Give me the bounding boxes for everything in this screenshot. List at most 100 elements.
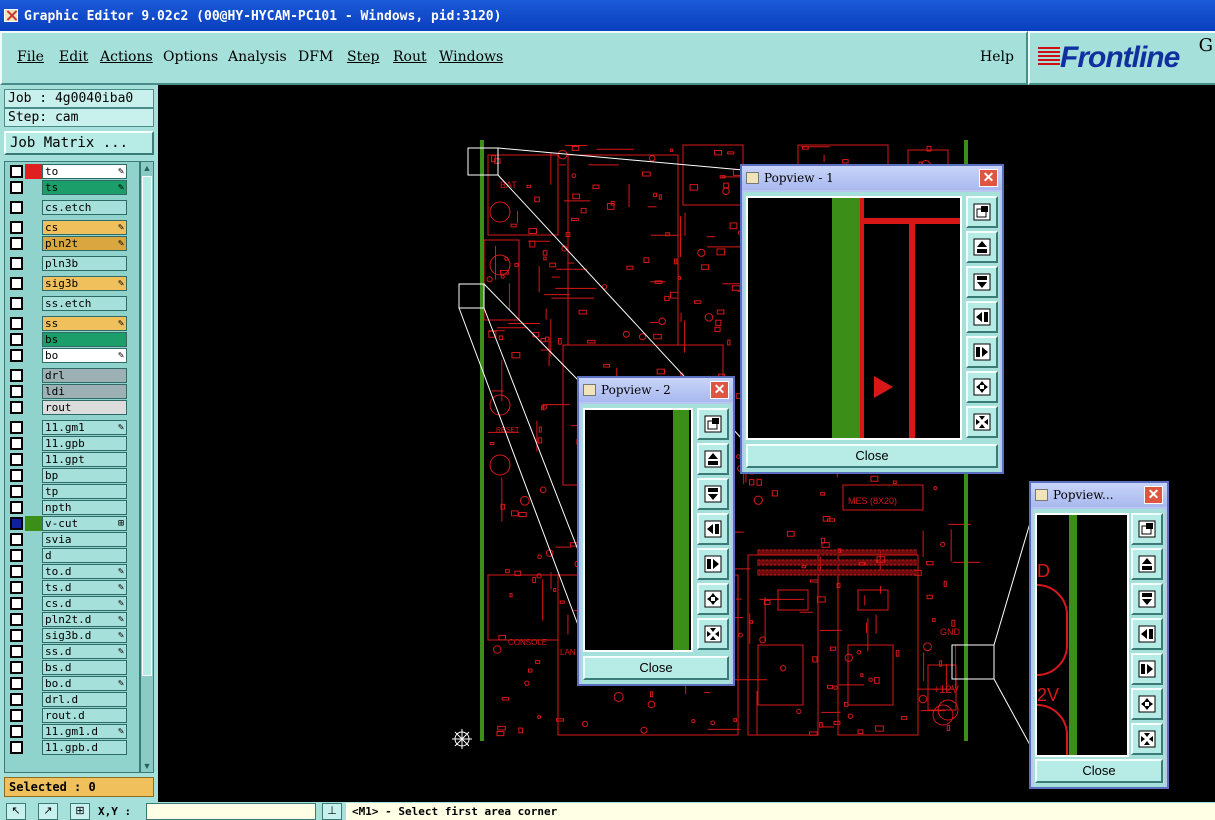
job-matrix-button[interactable]: Job Matrix ...	[4, 131, 154, 155]
menu-rout[interactable]: Rout	[393, 49, 427, 65]
layer-name[interactable]: rout	[42, 400, 127, 415]
pan-right-icon[interactable]	[966, 336, 998, 368]
layer-name[interactable]: to ✎	[42, 164, 127, 179]
layer-checkbox[interactable]	[10, 741, 23, 754]
layer-name[interactable]: ss.etch	[42, 296, 127, 311]
layer-checkbox[interactable]	[10, 661, 23, 674]
popview-3-view[interactable]: D 2V	[1035, 513, 1129, 757]
pan-right-icon[interactable]	[1131, 653, 1163, 685]
layer-name[interactable]: sig3b.d ✎	[42, 628, 127, 643]
layer-checkbox[interactable]	[10, 277, 23, 290]
layer-name[interactable]: bs	[42, 332, 127, 347]
pan-left-icon[interactable]	[697, 513, 729, 545]
layer-checkbox[interactable]	[10, 453, 23, 466]
layer-checkbox[interactable]	[10, 533, 23, 546]
layer-row[interactable]: 11.gpb.d	[5, 740, 139, 755]
layer-row[interactable]: bs	[5, 332, 139, 347]
layer-row[interactable]: cs.d ✎	[5, 596, 139, 611]
pan-up-icon[interactable]	[966, 231, 998, 263]
layer-name[interactable]: drl.d	[42, 692, 127, 707]
popview-1-close-button[interactable]: Close	[746, 444, 998, 468]
zoom-in-icon[interactable]	[1131, 688, 1163, 720]
layer-row[interactable]: svia	[5, 532, 139, 547]
layer-row[interactable]: 11.gpb	[5, 436, 139, 451]
layer-name[interactable]: cs.etch	[42, 200, 127, 215]
layer-row[interactable]: ss.d ✎	[5, 644, 139, 659]
scroll-up-icon[interactable]: ▲	[142, 162, 152, 174]
layer-checkbox[interactable]	[10, 385, 23, 398]
layer-name[interactable]: pln3b	[42, 256, 127, 271]
layer-row[interactable]: bo ✎	[5, 348, 139, 363]
layer-checkbox[interactable]	[10, 709, 23, 722]
layer-name[interactable]: ss.d ✎	[42, 644, 127, 659]
layer-row[interactable]: cs.etch	[5, 200, 139, 215]
pan-down-icon[interactable]	[966, 266, 998, 298]
menu-help[interactable]: Help	[980, 49, 1014, 65]
layer-row[interactable]: bp	[5, 468, 139, 483]
zoom-window-icon[interactable]	[697, 408, 729, 440]
popview-2-titlebar[interactable]: Popview - 2 ✕	[579, 378, 733, 402]
popview-3-close-button[interactable]: Close	[1035, 759, 1163, 783]
layer-checkbox[interactable]	[10, 469, 23, 482]
layer-name[interactable]: 11.gpb	[42, 436, 127, 451]
grid-icon[interactable]: ⊞	[70, 803, 90, 820]
layer-row[interactable]: v-cut ⊞	[5, 516, 139, 531]
layer-checkbox[interactable]	[10, 297, 23, 310]
layer-checkbox[interactable]	[10, 677, 23, 690]
layer-row[interactable]: pln3b	[5, 256, 139, 271]
layer-checkbox[interactable]	[10, 565, 23, 578]
layer-name[interactable]: pln2t.d ✎	[42, 612, 127, 627]
layer-row[interactable]: ts ✎	[5, 180, 139, 195]
layer-row[interactable]: to.d ✎	[5, 564, 139, 579]
layer-checkbox[interactable]	[10, 597, 23, 610]
popview-1-view[interactable]	[746, 196, 962, 440]
layer-scrollbar[interactable]: ▲ ▼	[140, 161, 154, 773]
popview-2[interactable]: Popview - 2 ✕ Close	[577, 376, 735, 686]
layer-row[interactable]: ts.d ✎	[5, 580, 139, 595]
menu-file[interactable]: File	[17, 49, 44, 65]
layer-name[interactable]: 11.gpt	[42, 452, 127, 467]
layer-name[interactable]: pln2t ✎	[42, 236, 127, 251]
popview-1-titlebar[interactable]: Popview - 1 ✕	[742, 166, 1002, 190]
layer-row[interactable]: d	[5, 548, 139, 563]
layer-checkbox[interactable]	[10, 629, 23, 642]
zoom-window-icon[interactable]	[1131, 513, 1163, 545]
layer-checkbox[interactable]	[10, 437, 23, 450]
popview-3-titlebar[interactable]: Popview... ✕	[1031, 483, 1167, 507]
pan-up-icon[interactable]	[1131, 548, 1163, 580]
popview-2-close-button[interactable]: Close	[583, 656, 729, 680]
layer-name[interactable]: ts ✎	[42, 180, 127, 195]
layer-checkbox[interactable]	[10, 237, 23, 250]
layer-name[interactable]: bo.d ✎	[42, 676, 127, 691]
layer-checkbox[interactable]	[10, 421, 23, 434]
layer-checkbox[interactable]	[10, 485, 23, 498]
layer-name[interactable]: drl	[42, 368, 127, 383]
popview-2-close-icon[interactable]: ✕	[710, 381, 729, 399]
layer-row[interactable]: npth	[5, 500, 139, 515]
layer-name[interactable]: 11.gm1.d ✎	[42, 724, 127, 739]
zoom-out-icon[interactable]	[966, 406, 998, 438]
popview-2-view[interactable]	[583, 408, 693, 652]
layer-row[interactable]: tp	[5, 484, 139, 499]
snap-icon[interactable]: ⊥	[322, 803, 342, 820]
layer-checkbox[interactable]	[10, 165, 23, 178]
layer-checkbox[interactable]	[10, 317, 23, 330]
layer-name[interactable]: bp	[42, 468, 127, 483]
pan-left-icon[interactable]	[1131, 618, 1163, 650]
layer-row[interactable]: pln2t ✎	[5, 236, 139, 251]
layer-name[interactable]: cs.d ✎	[42, 596, 127, 611]
layer-checkbox[interactable]	[10, 613, 23, 626]
pan-right-icon[interactable]	[697, 548, 729, 580]
layer-name[interactable]: ts.d ✎	[42, 580, 127, 595]
layer-row[interactable]: ldi	[5, 384, 139, 399]
layer-checkbox[interactable]	[10, 349, 23, 362]
zoom-in-icon[interactable]	[697, 583, 729, 615]
layer-row[interactable]: drl	[5, 368, 139, 383]
layer-row[interactable]: 11.gm1.d ✎	[5, 724, 139, 739]
layer-name[interactable]: 11.gpb.d	[42, 740, 127, 755]
zoom-out-icon[interactable]	[697, 618, 729, 650]
layer-checkbox[interactable]	[10, 257, 23, 270]
popview-1-close-icon[interactable]: ✕	[979, 169, 998, 187]
layer-checkbox[interactable]	[10, 369, 23, 382]
layer-name[interactable]: 11.gm1 ✎	[42, 420, 127, 435]
